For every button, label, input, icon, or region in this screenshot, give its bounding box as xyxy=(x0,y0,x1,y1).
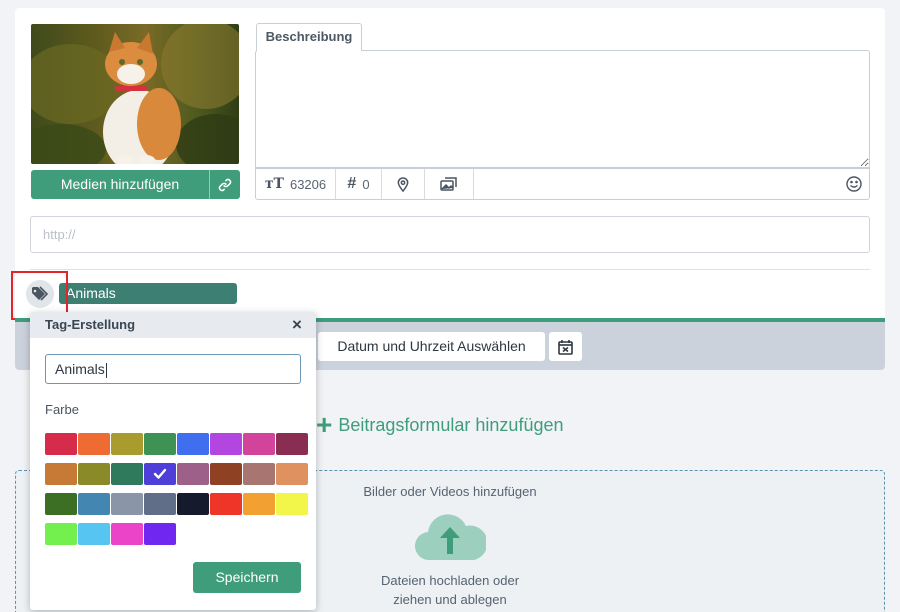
hashtag-count: 0 xyxy=(362,176,370,192)
color-swatch[interactable] xyxy=(177,433,209,455)
add-media-label: Medien hinzufügen xyxy=(60,176,180,192)
description-field-wrapper xyxy=(255,50,870,168)
tag-chip[interactable]: Animals xyxy=(59,283,237,304)
select-date-button[interactable]: Datum und Uhrzeit Auswählen xyxy=(318,332,545,361)
color-swatch[interactable] xyxy=(144,493,176,515)
description-toolbar: ᴛT 63206 # 0 xyxy=(255,168,870,200)
color-swatch[interactable] xyxy=(276,463,308,485)
gallery-button[interactable] xyxy=(425,169,474,199)
color-swatch[interactable] xyxy=(45,523,77,545)
color-swatch[interactable] xyxy=(210,493,242,515)
section-divider xyxy=(30,269,870,270)
tag-name-value: Animals xyxy=(55,361,105,377)
color-swatch[interactable] xyxy=(78,523,110,545)
tag-name-input[interactable]: Animals xyxy=(45,354,301,384)
color-swatch[interactable] xyxy=(45,493,77,515)
color-swatch[interactable] xyxy=(111,463,143,485)
checkmark-icon xyxy=(153,468,167,479)
color-swatch[interactable] xyxy=(177,493,209,515)
description-textarea[interactable] xyxy=(256,51,869,167)
color-swatch[interactable] xyxy=(276,433,308,455)
gallery-icon xyxy=(440,177,457,191)
color-swatch[interactable] xyxy=(243,433,275,455)
hashtag-counter[interactable]: # 0 xyxy=(336,169,382,199)
color-swatch[interactable] xyxy=(111,433,143,455)
link-icon[interactable] xyxy=(210,170,240,199)
color-swatch[interactable] xyxy=(177,463,209,485)
cloud-upload-icon xyxy=(414,510,488,562)
color-swatch[interactable] xyxy=(243,493,275,515)
location-button[interactable] xyxy=(382,169,425,199)
color-swatch[interactable] xyxy=(144,523,176,545)
text-cursor xyxy=(105,362,107,378)
color-swatch[interactable] xyxy=(276,493,308,515)
location-pin-icon xyxy=(397,176,409,192)
upload-text-line1: Dateien hochladen oder xyxy=(380,573,520,588)
calendar-x-icon xyxy=(558,339,573,355)
emoji-button[interactable] xyxy=(839,169,869,199)
color-swatch[interactable] xyxy=(243,463,275,485)
plus-icon: + xyxy=(316,409,333,440)
color-swatch[interactable] xyxy=(111,523,143,545)
popup-title: Tag-Erstellung xyxy=(45,317,136,332)
color-palette xyxy=(45,433,308,545)
color-swatch[interactable] xyxy=(111,493,143,515)
text-size-icon: ᴛT xyxy=(264,176,284,192)
save-button[interactable]: Speichern xyxy=(193,562,301,593)
color-swatch[interactable] xyxy=(144,433,176,455)
color-swatch[interactable] xyxy=(210,433,242,455)
tab-description[interactable]: Beschreibung xyxy=(256,23,362,51)
char-counter: ᴛT 63206 xyxy=(256,169,336,199)
add-post-form-label: Beitragsformular hinzufügen xyxy=(338,414,564,435)
color-swatch[interactable] xyxy=(78,433,110,455)
color-swatch[interactable] xyxy=(45,433,77,455)
upload-text-line2: ziehen und ablegen xyxy=(393,592,507,607)
color-swatch[interactable] xyxy=(78,493,110,515)
add-media-button[interactable]: Medien hinzufügen xyxy=(31,170,240,199)
media-thumbnail[interactable] xyxy=(31,24,239,164)
char-count: 63206 xyxy=(289,176,327,192)
color-swatch[interactable] xyxy=(78,463,110,485)
cat-photo-icon xyxy=(31,24,239,164)
upload-instructions: Dateien hochladen oder ziehen und ablege… xyxy=(350,571,550,609)
calendar-clear-button[interactable] xyxy=(549,332,582,361)
smiley-icon xyxy=(846,176,862,192)
close-icon[interactable]: × xyxy=(288,315,306,335)
color-swatch[interactable] xyxy=(210,463,242,485)
color-label: Farbe xyxy=(45,402,79,417)
hashtag-icon: # xyxy=(347,175,357,192)
color-swatch[interactable] xyxy=(144,463,176,485)
color-swatch[interactable] xyxy=(45,463,77,485)
tag-creation-popup: Tag-Erstellung × Animals Farbe Speichern xyxy=(30,312,316,610)
popup-header: Tag-Erstellung × xyxy=(30,312,316,338)
url-input[interactable] xyxy=(30,216,870,253)
add-post-form-link[interactable]: + Beitragsformular hinzufügen xyxy=(316,409,564,440)
